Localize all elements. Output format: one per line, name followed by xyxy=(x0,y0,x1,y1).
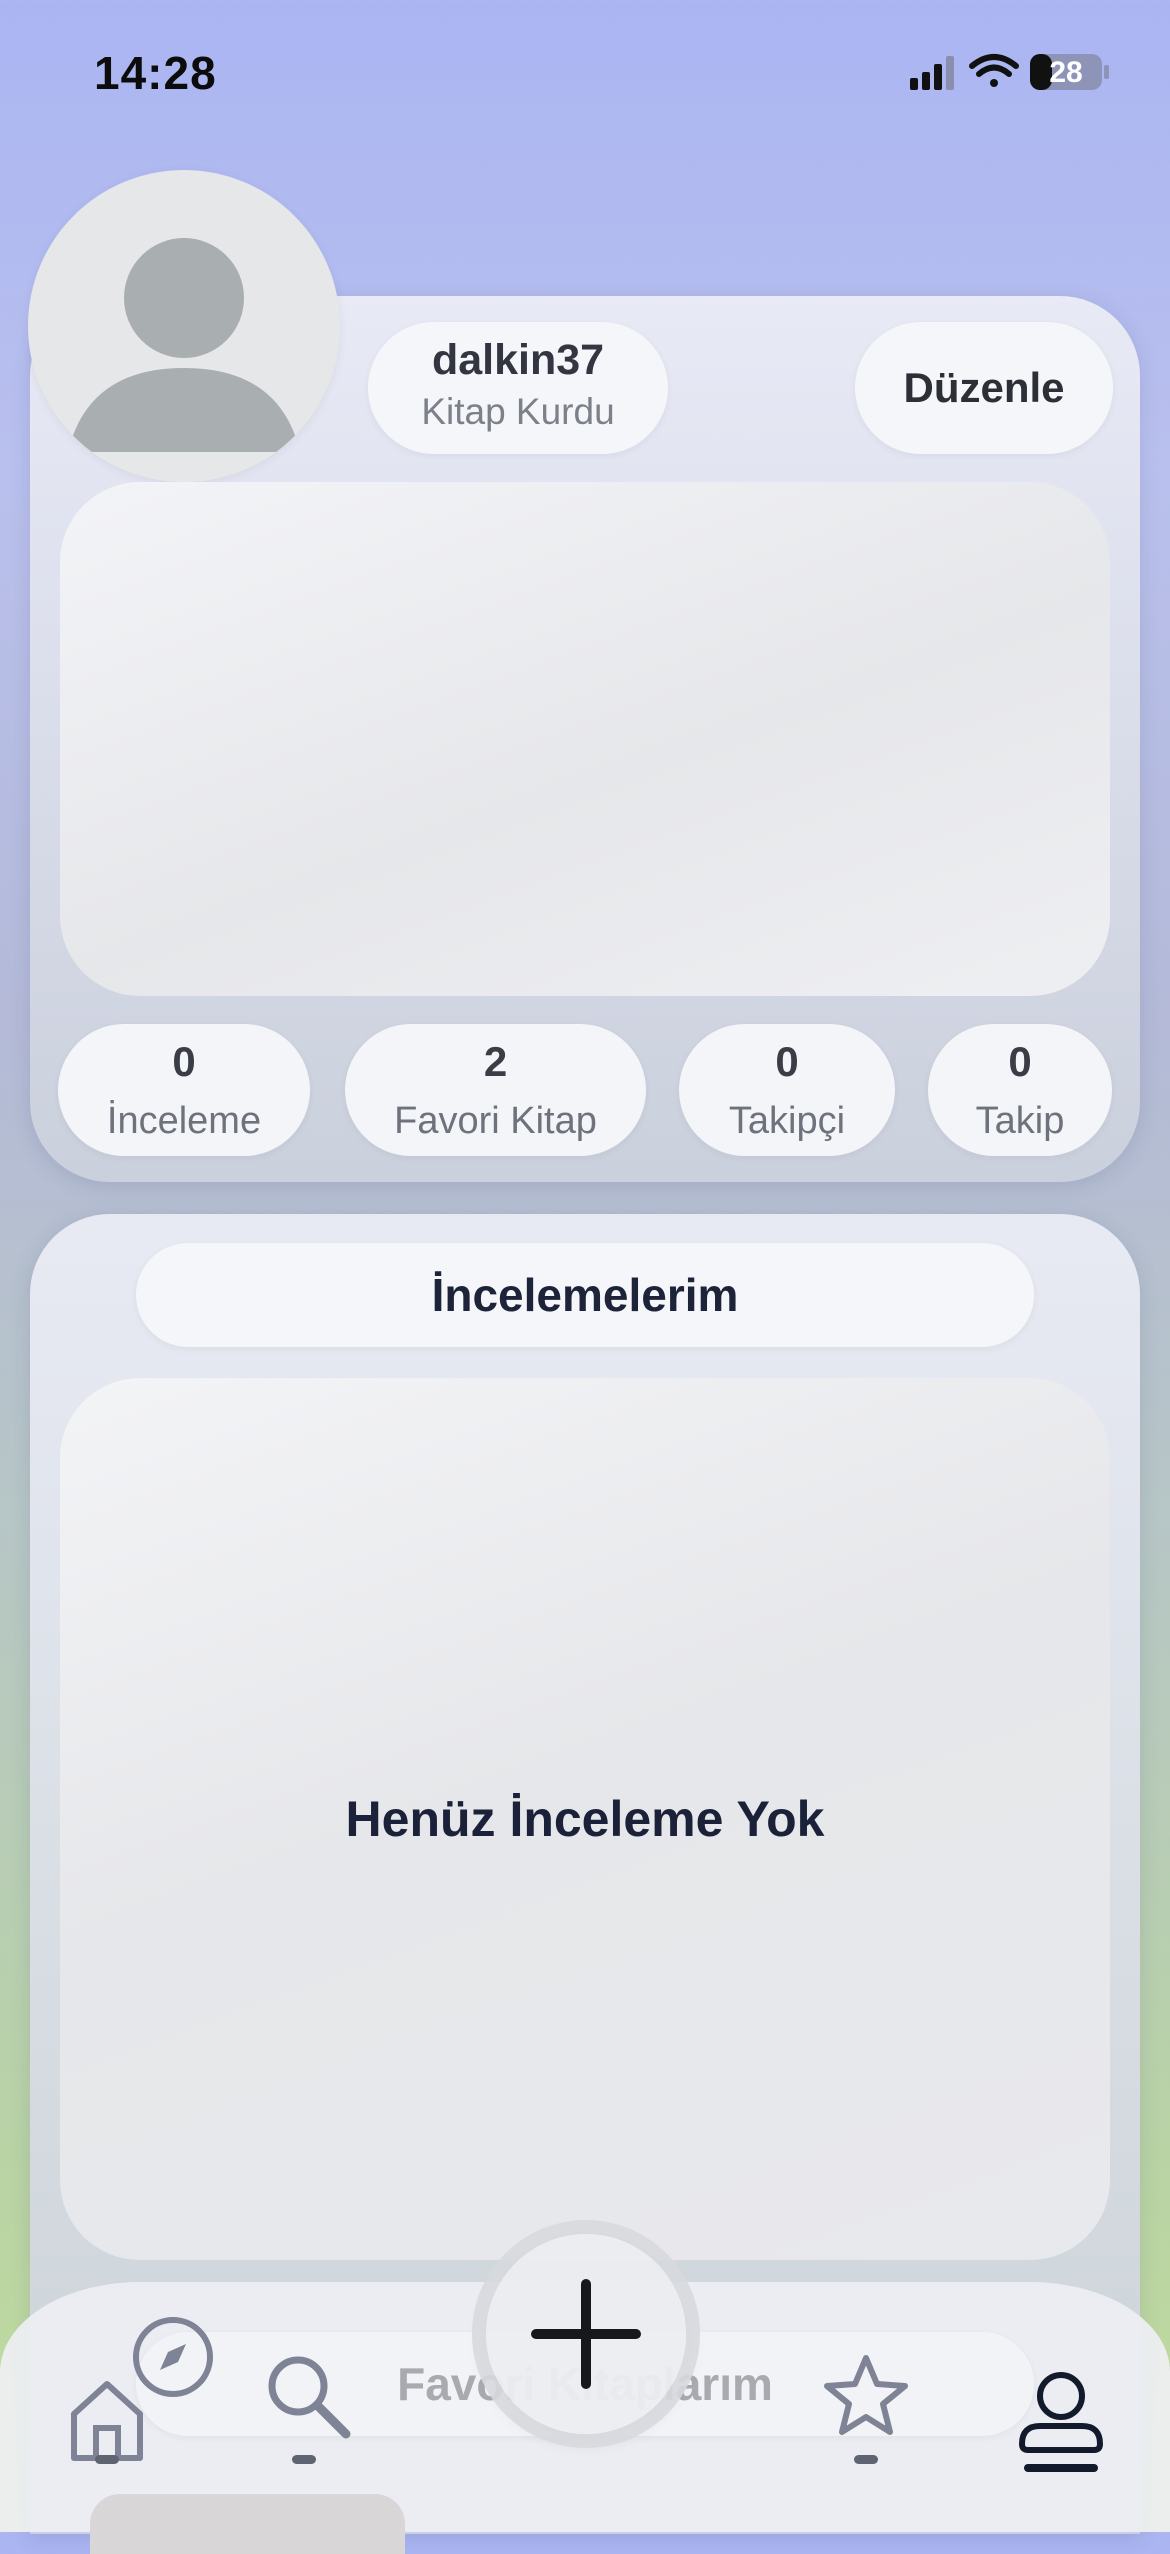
bio-box xyxy=(60,482,1110,996)
add-icon xyxy=(531,2279,641,2389)
status-icons: 28 xyxy=(910,54,1109,90)
username-pill: dalkin37 Kitap Kurdu xyxy=(368,322,668,454)
stat-value: 0 xyxy=(775,1038,799,1085)
book-cover-thumbnail[interactable] xyxy=(90,2494,405,2554)
tab-indicator xyxy=(292,2455,316,2464)
avatar[interactable] xyxy=(28,170,340,482)
compass-icon[interactable] xyxy=(130,2314,216,2400)
stat-followers[interactable]: 0 Takipçi xyxy=(679,1024,895,1156)
stat-label: Favori Kitap xyxy=(394,1100,597,1142)
stat-label: İnceleme xyxy=(106,1100,262,1142)
user-rank: Kitap Kurdu xyxy=(421,391,615,432)
tab-indicator xyxy=(854,2455,878,2464)
person-icon xyxy=(68,238,300,452)
edit-profile-button[interactable]: Düzenle xyxy=(855,322,1113,454)
stat-value: 0 xyxy=(1008,1038,1032,1085)
stat-label: Takipçi xyxy=(728,1100,846,1142)
profile-icon[interactable] xyxy=(1016,2370,1106,2476)
reviews-empty-text: Henüz İnceleme Yok xyxy=(345,1791,825,1847)
signal-icon xyxy=(910,56,954,90)
wifi-icon xyxy=(969,54,1019,87)
reviews-section-title: İncelemelerim xyxy=(136,1243,1034,1347)
stat-value: 2 xyxy=(483,1038,508,1085)
stat-following[interactable]: 0 Takip xyxy=(928,1024,1112,1156)
stat-label: Takip xyxy=(975,1100,1065,1142)
stat-reviews[interactable]: 0 İnceleme xyxy=(58,1024,310,1156)
status-time: 14:28 xyxy=(94,47,217,99)
search-icon[interactable] xyxy=(262,2350,354,2442)
stat-favorite-books[interactable]: 2 Favori Kitap xyxy=(345,1024,646,1156)
battery-level: 28 xyxy=(1049,56,1082,89)
tab-indicator xyxy=(95,2455,119,2464)
star-icon[interactable] xyxy=(822,2352,910,2438)
add-button[interactable] xyxy=(486,2234,686,2434)
stat-value: 0 xyxy=(172,1038,196,1085)
username: dalkin37 xyxy=(431,336,605,384)
